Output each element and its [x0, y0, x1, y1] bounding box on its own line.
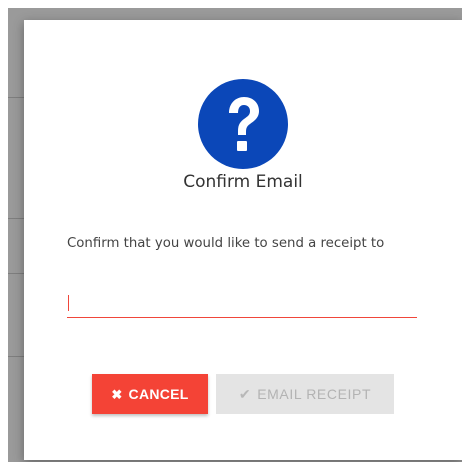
cancel-button[interactable]: ✖ CANCEL [92, 374, 208, 414]
email-receipt-button[interactable]: ✔ EMAIL RECEIPT [216, 374, 394, 414]
question-circle-icon [198, 79, 288, 169]
dialog-message: Confirm that you would like to send a re… [67, 236, 385, 251]
text-cursor [68, 295, 69, 311]
dialog-title: Confirm Email [183, 172, 303, 192]
email-input[interactable] [67, 292, 417, 318]
close-icon: ✖ [111, 386, 123, 402]
check-icon: ✔ [238, 386, 252, 402]
cancel-button-label: CANCEL [128, 386, 189, 402]
email-receipt-button-label: EMAIL RECEIPT [257, 386, 372, 402]
